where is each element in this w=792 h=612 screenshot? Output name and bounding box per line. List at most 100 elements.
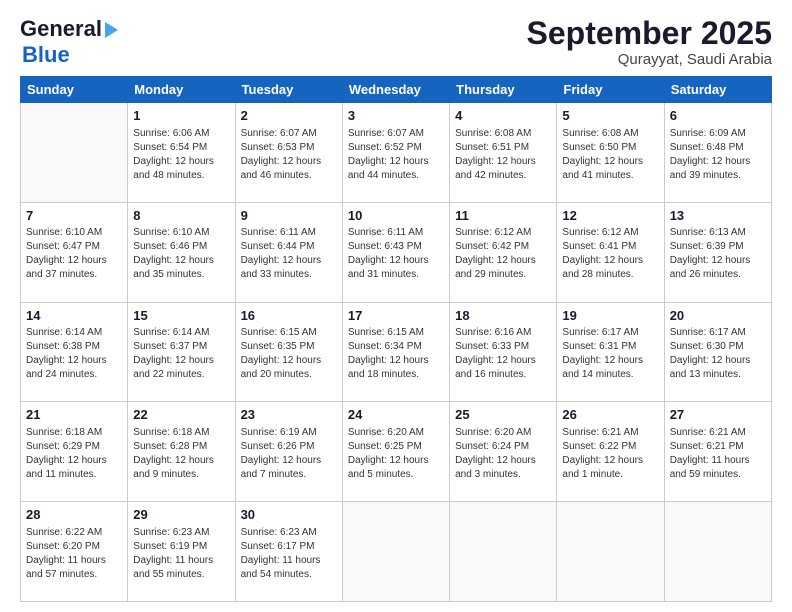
- table-row: 8Sunrise: 6:10 AM Sunset: 6:46 PM Daylig…: [128, 202, 235, 302]
- calendar-week-3: 21Sunrise: 6:18 AM Sunset: 6:29 PM Dayli…: [21, 402, 772, 502]
- table-row: 10Sunrise: 6:11 AM Sunset: 6:43 PM Dayli…: [342, 202, 449, 302]
- table-row: 4 Sunrise: 6:08 AM Sunset: 6:51 PM Daylig…: [450, 103, 557, 203]
- table-row: 27 Sunrise: 6:21 AM Sunset: 6:21 PM Dayli…: [664, 402, 771, 502]
- day-info: Sunrise: 6:14 AM Sunset: 6:38 PM Dayligh…: [26, 326, 122, 382]
- day-number: 29: [133, 506, 229, 524]
- day-info: Sunrise: 6:07 AM Sunset: 6:52 PM Dayligh…: [348, 127, 444, 183]
- table-row: 24Sunrise: 6:20 AM Sunset: 6:25 PM Dayli…: [342, 402, 449, 502]
- calendar-week-4: 28Sunrise: 6:22 AM Sunset: 6:20 PM Dayli…: [21, 502, 772, 602]
- day-info: Sunrise: 6:08 AM Sunset: 6:51 PM Dayligh…: [455, 127, 551, 183]
- table-row: 23 Sunrise: 6:19 AM Sunset: 6:26 PM Dayli…: [235, 402, 342, 502]
- table-row: 20Sunrise: 6:17 AM Sunset: 6:30 PM Dayli…: [664, 302, 771, 402]
- day-number: 16: [241, 307, 337, 325]
- day-info: Sunrise: 6:15 AM Sunset: 6:34 PM Dayligh…: [348, 326, 444, 382]
- day-info: Sunrise: 6:15 AM Sunset: 6:35 PM Dayligh…: [241, 326, 337, 382]
- table-row: [342, 502, 449, 602]
- day-info: Sunrise: 6:10 AM Sunset: 6:46 PM Dayligh…: [133, 226, 229, 282]
- day-number: 7: [26, 207, 122, 225]
- day-number: 14: [26, 307, 122, 325]
- table-row: [664, 502, 771, 602]
- col-friday: Friday: [557, 77, 664, 103]
- table-row: 2 Sunrise: 6:07 AM Sunset: 6:53 PM Daylig…: [235, 103, 342, 203]
- day-info: Sunrise: 6:12 AM Sunset: 6:41 PM Dayligh…: [562, 226, 658, 282]
- day-info: Sunrise: 6:11 AM Sunset: 6:44 PM Dayligh…: [241, 226, 337, 282]
- table-row: 17Sunrise: 6:15 AM Sunset: 6:34 PM Dayli…: [342, 302, 449, 402]
- day-number: 6: [670, 107, 766, 125]
- day-number: 27: [670, 406, 766, 424]
- day-number: 19: [562, 307, 658, 325]
- calendar-week-2: 14Sunrise: 6:14 AM Sunset: 6:38 PM Dayli…: [21, 302, 772, 402]
- day-info: Sunrise: 6:17 AM Sunset: 6:30 PM Dayligh…: [670, 326, 766, 382]
- day-number: 26: [562, 406, 658, 424]
- table-row: 14Sunrise: 6:14 AM Sunset: 6:38 PM Dayli…: [21, 302, 128, 402]
- day-number: 12: [562, 207, 658, 225]
- day-info: Sunrise: 6:19 AM Sunset: 6:26 PM Dayligh…: [241, 426, 337, 482]
- day-info: Sunrise: 6:17 AM Sunset: 6:31 PM Dayligh…: [562, 326, 658, 382]
- header: General Blue September 2025 Qurayyat, Sa…: [20, 16, 772, 68]
- table-row: 19Sunrise: 6:17 AM Sunset: 6:31 PM Dayli…: [557, 302, 664, 402]
- logo: General Blue: [20, 16, 118, 68]
- day-info: Sunrise: 6:07 AM Sunset: 6:53 PM Dayligh…: [241, 127, 337, 183]
- day-info: Sunrise: 6:14 AM Sunset: 6:37 PM Dayligh…: [133, 326, 229, 382]
- table-row: 5Sunrise: 6:08 AM Sunset: 6:50 PM Daylig…: [557, 103, 664, 203]
- day-number: 1: [133, 107, 229, 125]
- col-thursday: Thursday: [450, 77, 557, 103]
- col-monday: Monday: [128, 77, 235, 103]
- day-number: 5: [562, 107, 658, 125]
- day-info: Sunrise: 6:12 AM Sunset: 6:42 PM Dayligh…: [455, 226, 551, 282]
- table-row: 18Sunrise: 6:16 AM Sunset: 6:33 PM Dayli…: [450, 302, 557, 402]
- logo-blue: Blue: [22, 42, 70, 68]
- day-info: Sunrise: 6:21 AM Sunset: 6:22 PM Dayligh…: [562, 426, 658, 482]
- col-saturday: Saturday: [664, 77, 771, 103]
- table-row: 15Sunrise: 6:14 AM Sunset: 6:37 PM Dayli…: [128, 302, 235, 402]
- day-number: 2: [241, 107, 337, 125]
- table-row: 1 Sunrise: 6:06 AM Sunset: 6:54 PM Daylig…: [128, 103, 235, 203]
- col-tuesday: Tuesday: [235, 77, 342, 103]
- day-info: Sunrise: 6:22 AM Sunset: 6:20 PM Dayligh…: [26, 526, 122, 582]
- day-number: 13: [670, 207, 766, 225]
- day-number: 17: [348, 307, 444, 325]
- table-row: [21, 103, 128, 203]
- day-number: 18: [455, 307, 551, 325]
- location: Qurayyat, Saudi Arabia: [527, 51, 772, 68]
- table-row: 25 Sunrise: 6:20 AM Sunset: 6:24 PM Dayli…: [450, 402, 557, 502]
- table-row: 13Sunrise: 6:13 AM Sunset: 6:39 PM Dayli…: [664, 202, 771, 302]
- day-number: 8: [133, 207, 229, 225]
- day-info: Sunrise: 6:20 AM Sunset: 6:25 PM Dayligh…: [348, 426, 444, 482]
- day-number: 15: [133, 307, 229, 325]
- day-info: Sunrise: 6:20 AM Sunset: 6:24 PM Dayligh…: [455, 426, 551, 482]
- day-info: Sunrise: 6:11 AM Sunset: 6:43 PM Dayligh…: [348, 226, 444, 282]
- day-number: 23: [241, 406, 337, 424]
- table-row: 11Sunrise: 6:12 AM Sunset: 6:42 PM Dayli…: [450, 202, 557, 302]
- table-row: 6 Sunrise: 6:09 AM Sunset: 6:48 PM Daylig…: [664, 103, 771, 203]
- day-number: 22: [133, 406, 229, 424]
- table-row: 12Sunrise: 6:12 AM Sunset: 6:41 PM Dayli…: [557, 202, 664, 302]
- day-number: 20: [670, 307, 766, 325]
- col-wednesday: Wednesday: [342, 77, 449, 103]
- day-info: Sunrise: 6:09 AM Sunset: 6:48 PM Dayligh…: [670, 127, 766, 183]
- day-info: Sunrise: 6:16 AM Sunset: 6:33 PM Dayligh…: [455, 326, 551, 382]
- title-block: September 2025 Qurayyat, Saudi Arabia: [527, 16, 772, 68]
- table-row: 16Sunrise: 6:15 AM Sunset: 6:35 PM Dayli…: [235, 302, 342, 402]
- table-row: 22Sunrise: 6:18 AM Sunset: 6:28 PM Dayli…: [128, 402, 235, 502]
- day-number: 3: [348, 107, 444, 125]
- table-row: 26 Sunrise: 6:21 AM Sunset: 6:22 PM Dayli…: [557, 402, 664, 502]
- calendar-table: Sunday Monday Tuesday Wednesday Thursday…: [20, 76, 772, 602]
- table-row: 28Sunrise: 6:22 AM Sunset: 6:20 PM Dayli…: [21, 502, 128, 602]
- day-number: 25: [455, 406, 551, 424]
- col-sunday: Sunday: [21, 77, 128, 103]
- day-number: 10: [348, 207, 444, 225]
- day-info: Sunrise: 6:06 AM Sunset: 6:54 PM Dayligh…: [133, 127, 229, 183]
- calendar-week-1: 7Sunrise: 6:10 AM Sunset: 6:47 PM Daylig…: [21, 202, 772, 302]
- table-row: 7Sunrise: 6:10 AM Sunset: 6:47 PM Daylig…: [21, 202, 128, 302]
- table-row: [557, 502, 664, 602]
- logo-arrow-icon: [105, 22, 118, 38]
- day-number: 4: [455, 107, 551, 125]
- logo-general: General: [20, 16, 102, 42]
- day-info: Sunrise: 6:10 AM Sunset: 6:47 PM Dayligh…: [26, 226, 122, 282]
- table-row: 30Sunrise: 6:23 AM Sunset: 6:17 PM Dayli…: [235, 502, 342, 602]
- day-number: 9: [241, 207, 337, 225]
- day-number: 21: [26, 406, 122, 424]
- day-info: Sunrise: 6:21 AM Sunset: 6:21 PM Dayligh…: [670, 426, 766, 482]
- table-row: 3 Sunrise: 6:07 AM Sunset: 6:52 PM Daylig…: [342, 103, 449, 203]
